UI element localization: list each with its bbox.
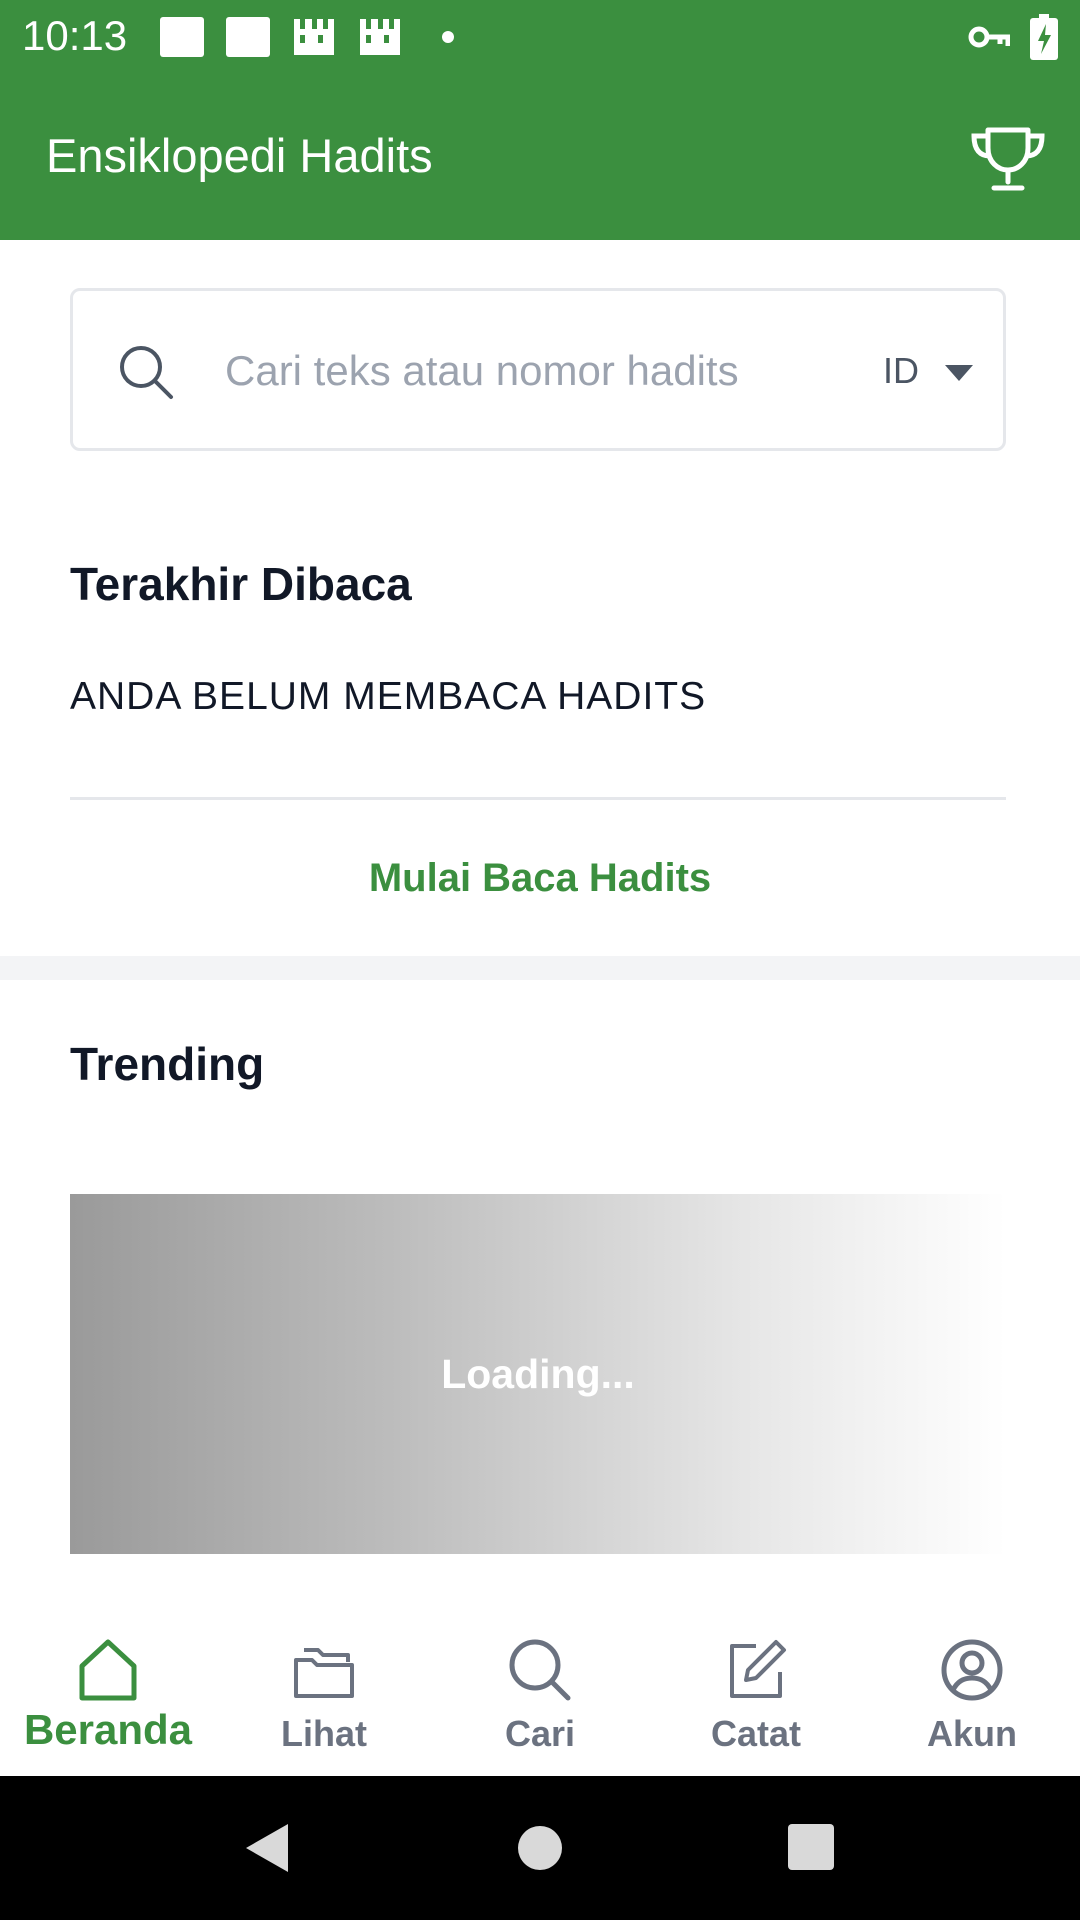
nav-item-lihat[interactable]: Lihat	[216, 1606, 432, 1776]
nav-label: Lihat	[281, 1713, 367, 1754]
nav-label: Akun	[927, 1713, 1017, 1754]
home-circle-icon[interactable]	[512, 1820, 568, 1876]
nav-label: Cari	[504, 1713, 576, 1754]
start-reading-button[interactable]: Mulai Baca Hadits	[0, 850, 1080, 906]
back-icon[interactable]	[240, 1820, 296, 1876]
status-time: 10:13	[22, 12, 128, 59]
notification-square-icon	[226, 17, 270, 57]
notification-grid-icon	[294, 19, 334, 55]
recents-icon[interactable]	[784, 1820, 840, 1876]
divider	[70, 797, 1006, 800]
language-value: ID	[883, 350, 919, 391]
language-dropdown[interactable]: ID	[883, 343, 993, 399]
search-input[interactable]	[225, 335, 785, 407]
search-bar: ID	[70, 288, 1006, 451]
last-read-title: Terakhir Dibaca	[70, 558, 412, 610]
system-nav-bar	[0, 1776, 1080, 1920]
home-icon	[79, 1639, 137, 1701]
trending-loading-card: Loading...	[70, 1194, 1006, 1554]
search-icon	[509, 1639, 571, 1701]
trophy-button[interactable]	[968, 124, 1048, 194]
chevron-down-icon	[945, 365, 973, 381]
nav-item-cari[interactable]: Cari	[432, 1606, 648, 1776]
status-bar: 10:13	[0, 0, 1080, 72]
notification-grid-icon	[360, 19, 400, 55]
app-bar: Ensiklopedi Hadits	[0, 72, 1080, 240]
nav-label: Catat	[710, 1713, 802, 1754]
edit-note-icon	[730, 1640, 786, 1698]
folder-icon	[294, 1648, 354, 1698]
trending-title: Trending	[70, 1038, 265, 1090]
loading-label: Loading...	[441, 1351, 635, 1397]
dot-icon	[442, 31, 454, 43]
nav-item-beranda[interactable]: Beranda	[0, 1606, 216, 1776]
trophy-icon	[971, 127, 1045, 191]
notification-square-icon	[160, 17, 204, 57]
account-icon	[941, 1639, 1003, 1701]
battery-charging-icon	[1030, 14, 1058, 60]
nav-label: Beranda	[23, 1706, 193, 1753]
nav-item-catat[interactable]: Catat	[648, 1606, 864, 1776]
section-separator	[0, 956, 1080, 980]
nav-item-akun[interactable]: Akun	[864, 1606, 1080, 1776]
search-icon	[120, 346, 173, 399]
vpn-key-icon	[968, 26, 1010, 48]
bottom-nav: Beranda Lihat Cari Catat Akun	[0, 1606, 1080, 1776]
last-read-empty-message: ANDA BELUM MEMBACA HADITS	[70, 675, 707, 718]
app-title: Ensiklopedi Hadits	[46, 129, 433, 182]
